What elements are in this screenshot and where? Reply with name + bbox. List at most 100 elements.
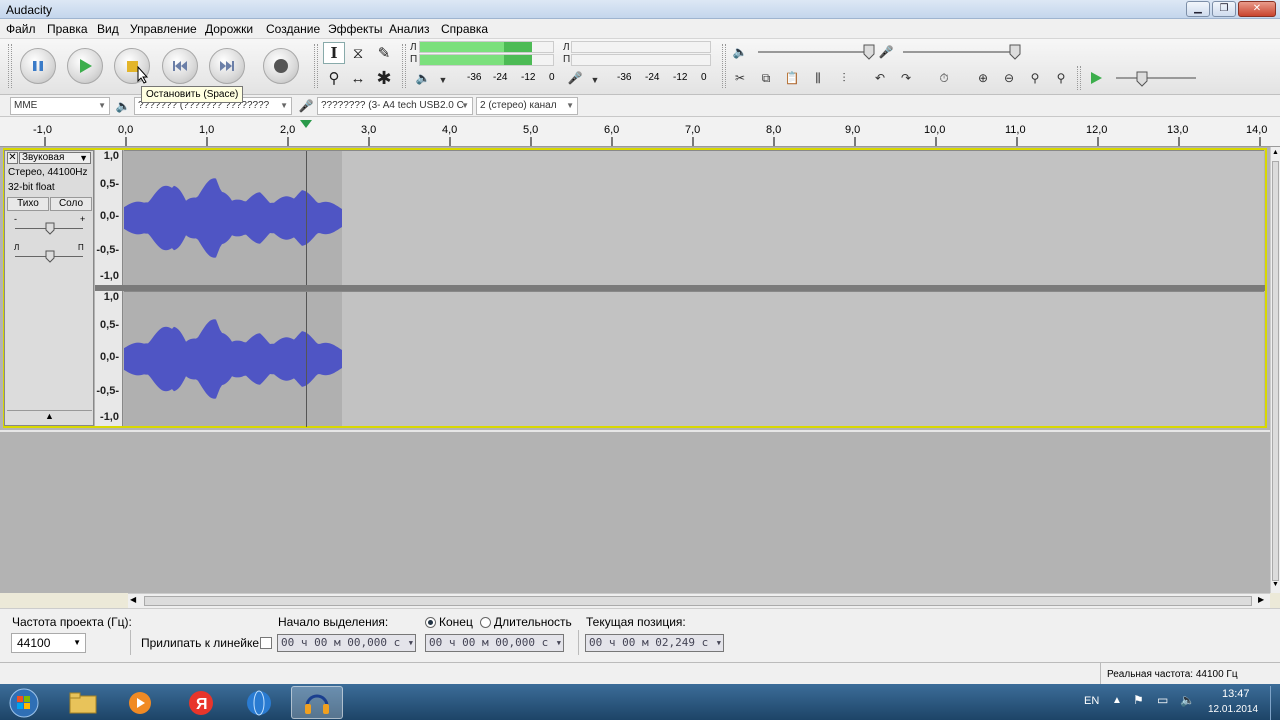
sync-lock-icon[interactable]: ⏱ [934,68,954,88]
slider-thumb-icon[interactable] [45,222,55,235]
taskbar-audacity[interactable] [291,686,343,719]
playback-meter-right[interactable] [419,54,554,66]
solo-button[interactable]: Соло [50,197,92,211]
silence-icon[interactable]: ⫶ [834,68,854,88]
collapse-track-button[interactable]: ▲ [7,410,92,423]
tools-grip[interactable] [314,44,318,88]
slider-thumb-icon[interactable] [45,250,55,263]
snap-to-checkbox[interactable] [260,637,272,649]
slider-thumb-icon[interactable] [1136,71,1148,87]
output-volume-slider[interactable] [758,51,870,53]
taskbar-explorer[interactable] [57,686,109,719]
waveform-channel-2[interactable] [124,291,1264,427]
menu-analyze[interactable]: Анализ [389,22,430,36]
redo-icon[interactable]: ↷ [896,68,916,88]
mixer-grip[interactable] [722,44,726,88]
multi-tool[interactable]: ✱ [373,67,395,89]
horizontal-scrollbar[interactable]: ◀ ▶ [128,593,1270,608]
draw-tool[interactable]: ✎ [373,42,395,64]
network-icon[interactable]: ▭ [1157,693,1168,707]
close-button[interactable]: ✕ [1238,1,1276,17]
menu-help[interactable]: Справка [441,22,488,36]
input-volume-slider[interactable] [903,51,1018,53]
undo-icon[interactable]: ↶ [870,68,890,88]
zoom-in-icon[interactable]: ⊕ [973,68,993,88]
menu-edit[interactable]: Правка [47,22,88,36]
zoom-out-icon[interactable]: ⊖ [999,68,1019,88]
horizontal-scroll-thumb[interactable] [144,596,1252,606]
pause-button[interactable] [20,48,56,84]
input-device-select[interactable]: ???????? (3- A4 tech USB2.0 C ▼ [317,97,473,115]
timeline-ruler[interactable]: -1,0 0,0 1,0 2,0 3,0 4,0 5,0 6,0 7,0 8,0… [0,117,1280,147]
fit-selection-icon[interactable]: ⚲ [1025,68,1045,88]
playback-meter-left[interactable] [419,41,554,53]
selection-end-time[interactable]: 00 ч 00 м 00,000 с ▼ [425,634,564,652]
menu-transport[interactable]: Управление [130,22,197,36]
length-radio[interactable] [480,617,491,628]
play-speed-slider[interactable] [1116,77,1196,79]
selection-tool[interactable]: I [323,42,345,64]
vertical-scrollbar[interactable]: ▲ ▼ [1270,147,1280,593]
speaker-icon[interactable]: 🔈 [413,68,433,88]
play-button[interactable] [67,48,103,84]
chevron-down-icon: ▼ [98,101,106,110]
copy-icon[interactable]: ⧉ [756,68,776,88]
language-indicator[interactable]: EN [1084,695,1099,707]
waveform-channel-1[interactable] [124,150,1264,286]
scroll-left-icon[interactable]: ◀ [130,595,136,604]
timeshift-tool[interactable]: ↔ [347,67,369,89]
close-track-icon[interactable]: ✕ [7,152,18,164]
cut-icon[interactable]: ✂ [730,68,750,88]
vertical-scroll-thumb[interactable] [1272,161,1279,581]
menu-effects[interactable]: Эффекты [328,22,383,36]
action-center-icon[interactable]: ⚑ [1133,693,1144,707]
taskbar-yandex-browser[interactable]: Я [175,686,227,719]
record-meter-right[interactable] [571,54,711,66]
zoom-tool[interactable]: ⚲ [323,67,345,89]
trim-icon[interactable]: ⫼ [808,68,828,88]
volume-icon[interactable]: 🔈 [1180,693,1195,707]
chevron-down-icon[interactable]: ▼ [433,70,453,90]
scroll-right-icon[interactable]: ▶ [1258,595,1264,604]
empty-track-area[interactable] [0,430,1270,593]
clock-time[interactable]: 13:47 [1222,688,1250,700]
transcription-grip[interactable] [1077,66,1081,90]
clock-date[interactable]: 12.01.2014 [1208,704,1258,715]
slider-thumb-icon[interactable] [863,44,875,60]
play-at-speed-icon[interactable] [1088,70,1104,86]
fit-project-icon[interactable]: ⚲ [1051,68,1071,88]
menu-tracks[interactable]: Дорожки [205,22,253,36]
vruler-label: 1,0 [103,291,119,303]
show-desktop-button[interactable] [1270,686,1280,720]
meter-grip[interactable] [402,44,406,88]
channels-select[interactable]: 2 (стерео) канал ▼ [476,97,578,115]
microphone-icon[interactable]: 🎤 [565,68,585,88]
envelope-tool[interactable]: ⧖ [347,42,369,64]
record-button[interactable] [263,48,299,84]
audio-host-select[interactable]: MME ▼ [10,97,110,115]
toolbar-grip[interactable] [8,44,12,88]
taskbar-media-player[interactable] [114,686,166,719]
skip-end-button[interactable] [209,48,245,84]
menu-generate[interactable]: Создание [266,22,320,36]
start-button[interactable] [4,686,44,719]
track-menu-button[interactable]: Звуковая ▼ [19,152,91,164]
scroll-down-icon[interactable]: ▼ [1272,581,1279,588]
menu-view[interactable]: Вид [97,22,119,36]
skip-start-button[interactable] [162,48,198,84]
show-hidden-icons-icon[interactable]: ▲ [1112,695,1122,706]
chevron-down-icon[interactable]: ▼ [585,70,605,90]
maximize-button[interactable]: ❐ [1212,1,1236,17]
menu-file[interactable]: Файл [6,22,36,36]
scroll-up-icon[interactable]: ▲ [1272,149,1279,156]
project-rate-select[interactable]: 44100 ▼ [11,633,86,653]
minimize-button[interactable]: ▁ [1186,1,1210,17]
slider-thumb-icon[interactable] [1009,44,1021,60]
mute-button[interactable]: Тихо [7,197,49,211]
record-meter-left[interactable] [571,41,711,53]
paste-icon[interactable]: 📋 [782,68,802,88]
taskbar-browser[interactable] [233,686,285,719]
selection-start-time[interactable]: 00 ч 00 м 00,000 с ▼ [277,634,416,652]
audio-position-time[interactable]: 00 ч 00 м 02,249 с ▼ [585,634,724,652]
end-radio[interactable] [425,617,436,628]
